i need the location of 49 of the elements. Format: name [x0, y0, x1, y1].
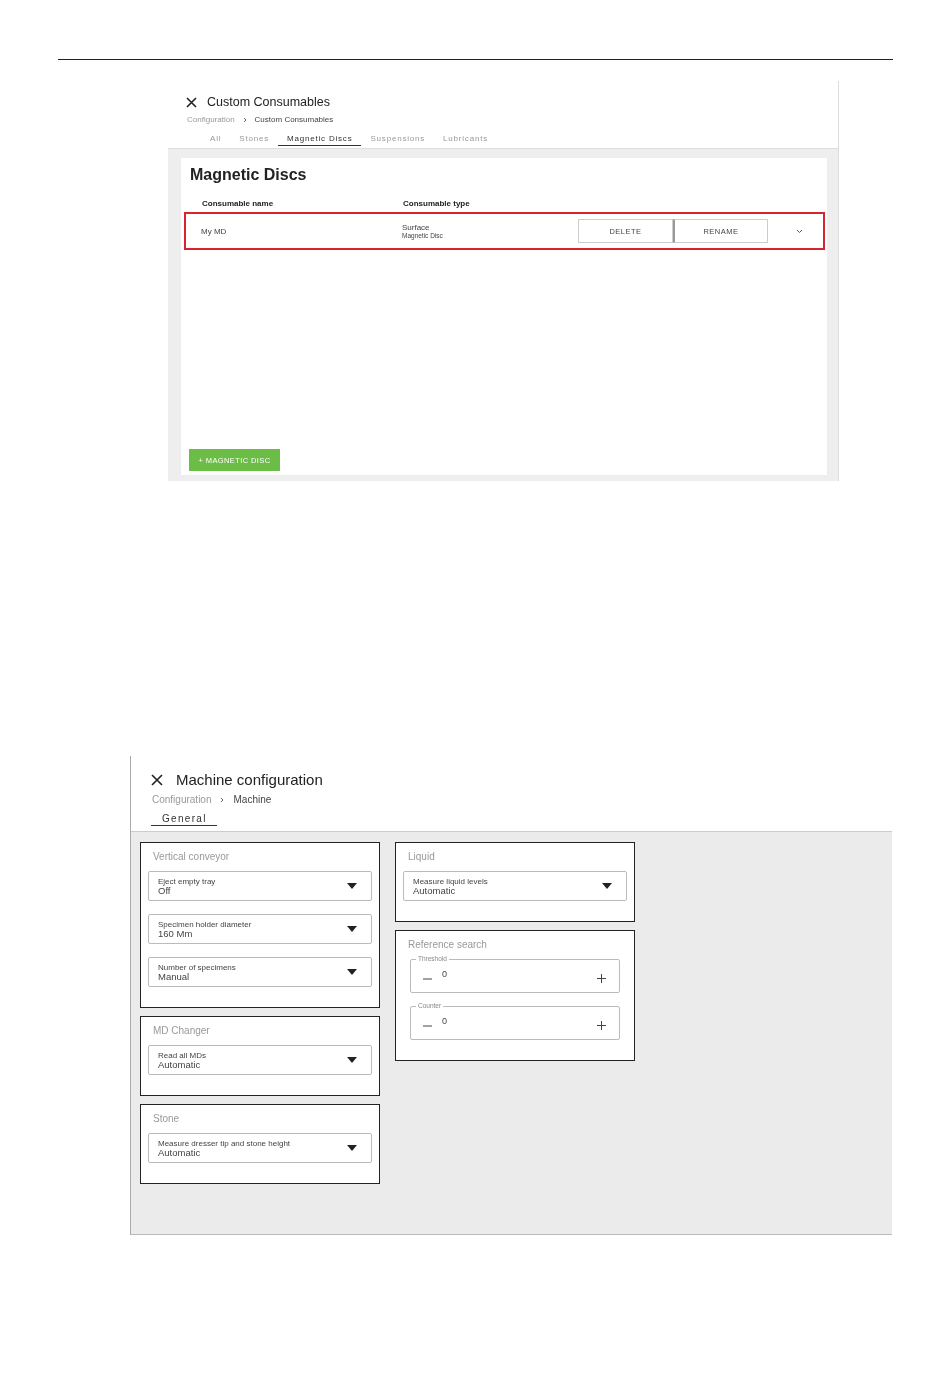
close-icon[interactable] — [186, 96, 197, 108]
chevron-down-icon[interactable] — [796, 228, 803, 234]
dropdown[interactable]: Number of specimens Manual — [148, 957, 372, 987]
chevron-icon — [242, 116, 247, 123]
table-cell-text: Surface — [402, 223, 431, 232]
dropdown-label: Measure dresser tip and stone height — [158, 1139, 291, 1148]
caret-icon — [347, 1057, 357, 1063]
chevron-icon — [220, 796, 225, 803]
dropdown-value: Automatic — [413, 886, 456, 895]
caret-icon — [347, 883, 357, 889]
dropdown-value: Manual — [158, 972, 191, 981]
field-value: 0 — [442, 969, 447, 979]
dropdown[interactable]: Read all MDs Automatic — [148, 1045, 372, 1075]
panel-title: Stone — [152, 1113, 181, 1124]
plus-icon[interactable] — [597, 1020, 606, 1030]
caret-icon — [602, 883, 612, 889]
breadcrumb-current: Custom Consumables — [254, 115, 334, 124]
dropdown-value: 160 Mm — [158, 929, 193, 938]
dropdown-value: Off — [158, 886, 171, 895]
column-header: Consumable type — [403, 199, 470, 208]
dropdown[interactable]: Measure dresser tip and stone height Automatic — [148, 1133, 372, 1163]
window-title: Custom Consumables — [207, 95, 330, 109]
window-title: Machine configuration — [176, 771, 323, 788]
caret-icon — [347, 1145, 357, 1151]
breadcrumb-current: Machine — [233, 794, 272, 805]
dropdown-label: Measure liquid levels — [413, 877, 488, 886]
panel-title: Reference search — [407, 939, 488, 950]
field-value: 0 — [442, 1016, 447, 1026]
dropdown-value: Automatic — [158, 1060, 202, 1069]
tab[interactable]: General — [151, 813, 217, 826]
section-heading: Magnetic Discs — [190, 166, 308, 184]
dropdown[interactable]: Measure liquid levels Automatic — [403, 871, 627, 901]
caret-icon — [347, 969, 357, 975]
tab[interactable]: Magnetic Discs — [278, 134, 362, 146]
panel-title: MD Changer — [152, 1025, 211, 1036]
panel-title: Liquid — [407, 851, 436, 862]
dropdown-value: Automatic — [158, 1148, 202, 1157]
column-header: Consumable name — [202, 199, 275, 208]
panel-title: Vertical conveyor — [152, 851, 231, 862]
dropdown[interactable]: Eject empty tray Off — [148, 871, 372, 901]
dropdown[interactable]: Specimen holder diameter 160 Mm — [148, 914, 372, 944]
dropdown-label: Eject empty tray — [158, 877, 216, 886]
table-cell-text: My MD — [200, 226, 228, 236]
caret-icon — [347, 926, 357, 932]
dropdown-label: Number of specimens — [158, 963, 236, 972]
close-icon[interactable] — [151, 773, 163, 786]
plus-icon[interactable] — [597, 973, 606, 983]
dropdown-label: Read all MDs — [158, 1051, 206, 1060]
dropdown-label: Specimen holder diameter — [158, 920, 252, 929]
